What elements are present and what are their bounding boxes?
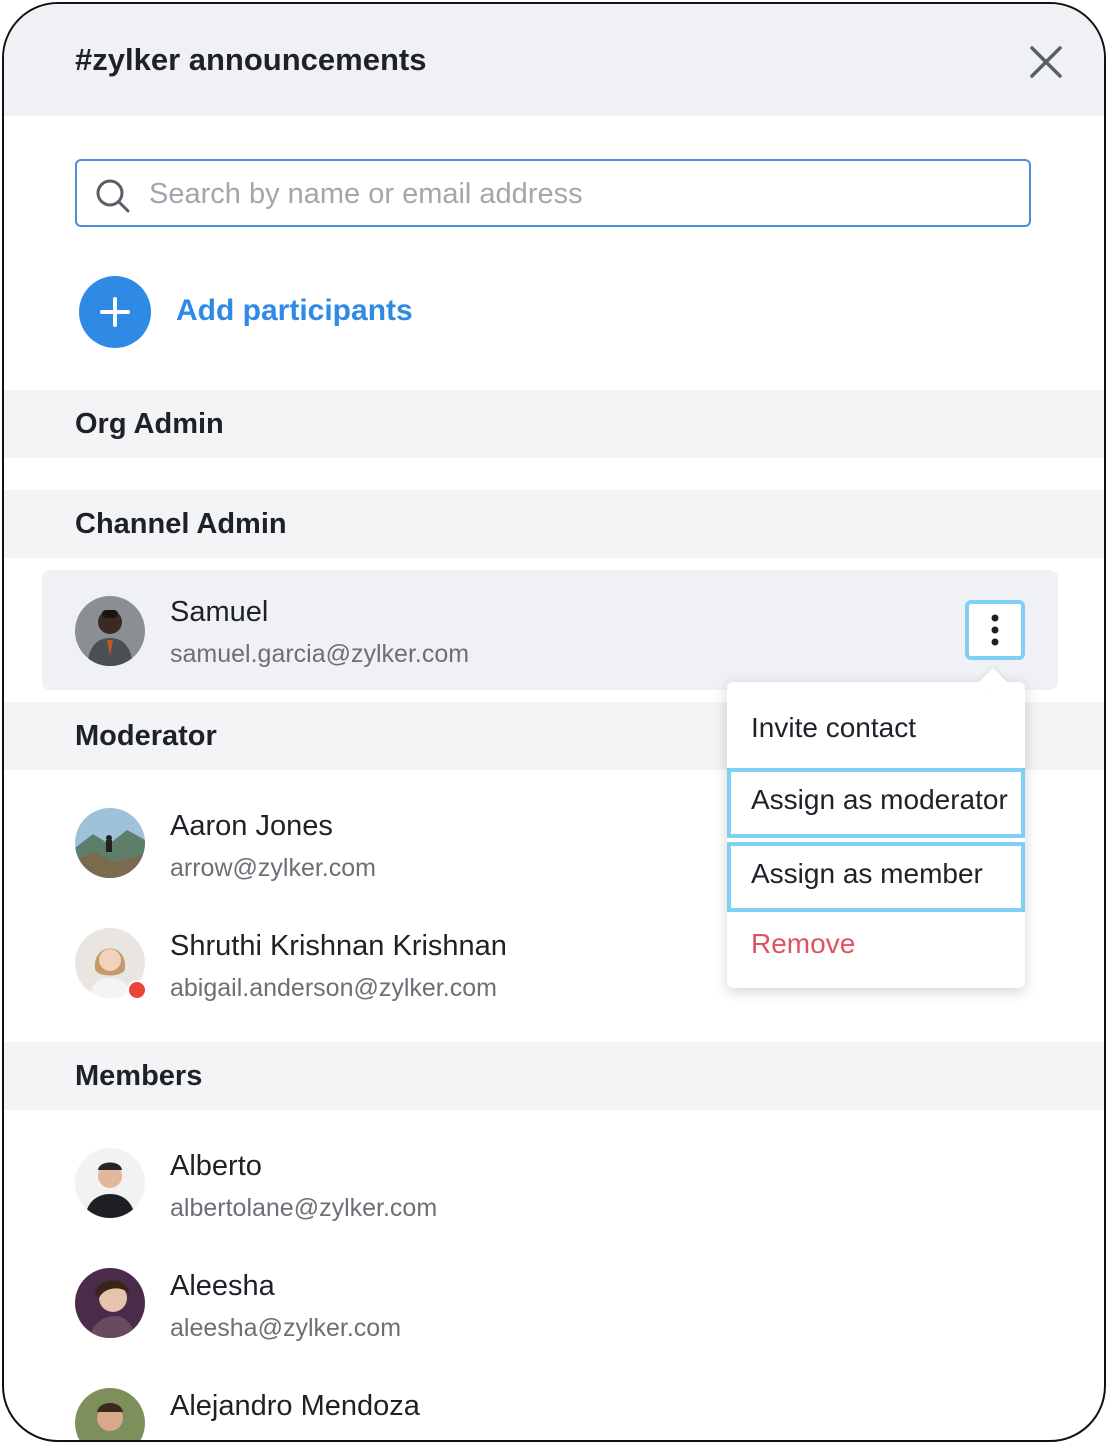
add-participants-link[interactable]: Add participants — [176, 294, 413, 328]
avatar — [75, 596, 145, 666]
participant-name: Aaron Jones — [170, 810, 333, 842]
participant-row[interactable]: Aleesha aleesha@zylker.com — [4, 1252, 1104, 1352]
section-channel-admin: Channel Admin — [4, 490, 1104, 558]
participant-name: Samuel — [170, 596, 269, 628]
menu-item-invite-contact[interactable]: Invite contact — [727, 696, 1025, 766]
participant-email: albertolane@zylker.com — [170, 1194, 438, 1222]
close-icon[interactable] — [1024, 40, 1068, 84]
more-options-button[interactable] — [965, 600, 1025, 660]
participant-context-menu: Invite contact Assign as moderator Assig… — [727, 667, 1025, 988]
participant-name: Alejandro Mendoza — [170, 1390, 420, 1422]
menu-item-assign-moderator[interactable]: Assign as moderator — [727, 768, 1025, 838]
section-title: Members — [75, 1060, 203, 1092]
participant-name: Alberto — [170, 1150, 262, 1182]
participant-row[interactable]: Alberto albertolane@zylker.com — [4, 1132, 1104, 1232]
menu-item-label: Invite contact — [751, 712, 916, 743]
participant-row[interactable]: Alejandro Mendoza — [4, 1372, 1104, 1440]
channel-title: #zylker announcements — [75, 42, 427, 77]
participant-email: abigail.anderson@zylker.com — [170, 974, 497, 1002]
section-members: Members — [4, 1042, 1104, 1110]
section-title: Moderator — [75, 720, 217, 752]
menu-item-label: Assign as member — [751, 858, 983, 889]
menu-item-assign-member[interactable]: Assign as member — [727, 842, 1025, 912]
avatar — [75, 1148, 145, 1218]
menu-item-label: Remove — [751, 928, 856, 959]
search-icon — [95, 178, 131, 214]
menu-item-label: Assign as moderator — [751, 784, 1008, 815]
dialog-header: #zylker announcements — [4, 4, 1104, 116]
avatar — [75, 808, 145, 878]
participant-email: samuel.garcia@zylker.com — [170, 640, 470, 668]
section-title: Channel Admin — [75, 508, 287, 540]
vertical-dots-icon — [991, 614, 999, 646]
avatar — [75, 1268, 145, 1338]
participant-email: arrow@zylker.com — [170, 854, 376, 882]
section-title: Org Admin — [75, 408, 224, 440]
plus-icon — [100, 297, 130, 327]
add-participants-button[interactable] — [79, 276, 151, 348]
section-org-admin: Org Admin — [4, 390, 1104, 458]
participant-name: Aleesha — [170, 1270, 275, 1302]
menu-item-remove[interactable]: Remove — [727, 912, 1025, 982]
search-input[interactable] — [147, 173, 1011, 215]
avatar — [75, 1388, 145, 1440]
participant-name: Shruthi Krishnan Krishnan — [170, 930, 507, 962]
participants-dialog: #zylker announcements Add participants O… — [2, 2, 1106, 1442]
participant-email: aleesha@zylker.com — [170, 1314, 402, 1342]
busy-status-icon — [127, 980, 147, 1000]
participant-row[interactable]: Samuel samuel.garcia@zylker.com — [42, 570, 1058, 690]
search-box — [75, 159, 1031, 227]
